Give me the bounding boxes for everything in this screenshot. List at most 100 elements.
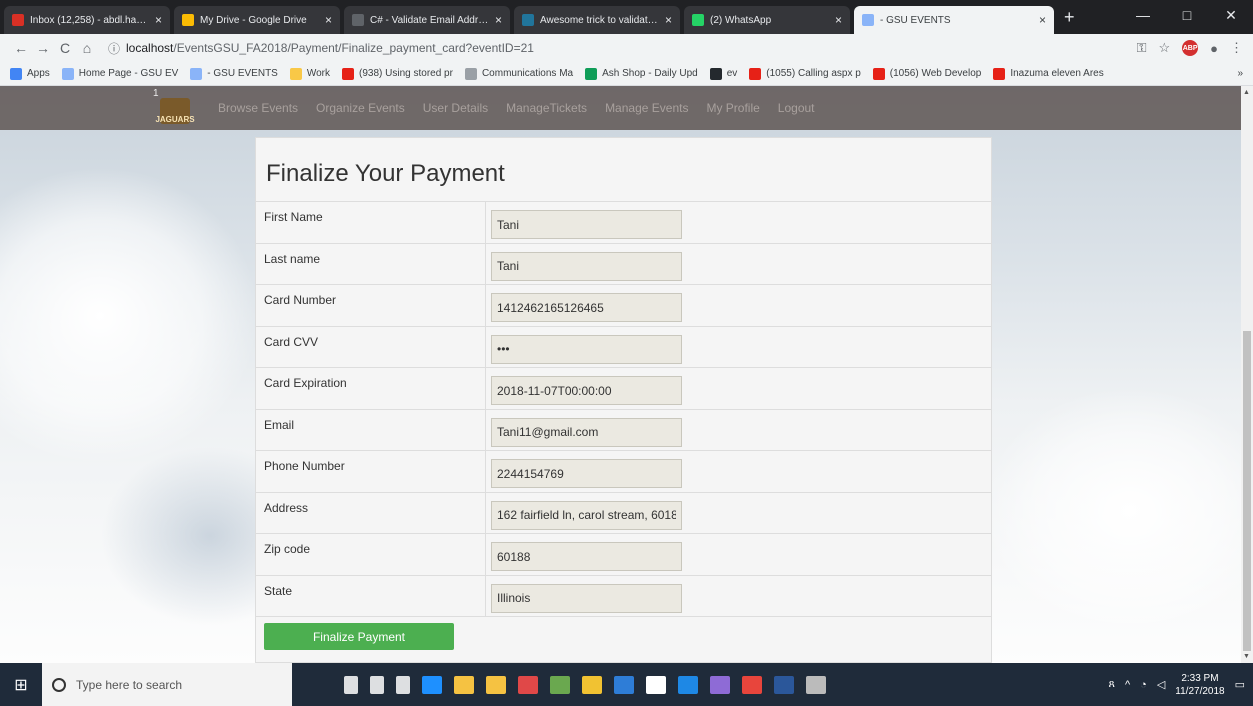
tab-close-icon[interactable]: × (835, 13, 842, 27)
taskbar-app-icon[interactable] (344, 675, 358, 694)
star-icon[interactable]: ☆ (1158, 40, 1170, 56)
phone-number-input[interactable] (491, 459, 682, 488)
bookmark-label: Home Page - GSU EV (78, 68, 179, 79)
menu-icon[interactable]: ⋮ (1230, 40, 1243, 56)
form-row: Email (256, 409, 991, 451)
tab-favicon-icon (182, 14, 194, 26)
tab-close-icon[interactable]: × (495, 13, 502, 27)
nav-link-manage-events[interactable]: Manage Events (605, 101, 688, 115)
nav-link-managetickets[interactable]: ManageTickets (506, 101, 587, 115)
bookmark-item[interactable]: (1055) Calling aspx p (749, 67, 861, 80)
taskbar-app-icon[interactable] (806, 675, 826, 694)
forward-icon[interactable]: → (32, 40, 54, 56)
state-input[interactable] (491, 583, 682, 613)
bookmark-item[interactable]: (938) Using stored pr (342, 67, 453, 80)
reload-icon[interactable]: C (54, 40, 76, 56)
browser-tab[interactable]: (2) WhatsApp × (684, 6, 850, 34)
minimize-icon[interactable]: — (1121, 0, 1165, 30)
bookmark-item[interactable]: Ash Shop - Daily Upd (585, 67, 698, 80)
card-expiration-input[interactable] (491, 376, 682, 405)
taskbar-app-icon[interactable] (454, 675, 474, 694)
bookmark-item[interactable]: Work (289, 67, 330, 80)
nav-link-organize-events[interactable]: Organize Events (316, 101, 405, 115)
taskbar-app-icon[interactable] (422, 675, 442, 694)
nav-link-logout[interactable]: Logout (778, 101, 815, 115)
taskbar-app-icon[interactable] (550, 675, 570, 694)
card-expiration-label: Card Expiration (264, 376, 347, 390)
windows-start-icon[interactable]: ⊞ (0, 663, 42, 706)
tab-favicon-icon (692, 14, 704, 26)
notifications-icon[interactable]: ▭ (1235, 678, 1245, 691)
email-input[interactable] (491, 417, 682, 447)
nav-link-user-details[interactable]: User Details (423, 101, 488, 115)
first-name-input[interactable] (491, 210, 682, 239)
extension-icon[interactable]: ● (1210, 41, 1218, 56)
finalize-payment-button[interactable]: Finalize Payment (264, 623, 454, 650)
scroll-up-icon[interactable]: ▲ (1243, 89, 1250, 96)
card-number-input[interactable] (491, 293, 682, 322)
maximize-icon[interactable]: □ (1165, 0, 1209, 30)
taskbar-search[interactable]: Type here to search (42, 663, 292, 706)
taskbar-app-icon[interactable] (742, 675, 762, 694)
form-row: Card Expiration (256, 368, 991, 410)
zip-code-input[interactable] (491, 542, 682, 571)
vertical-scrollbar[interactable]: ▲ ▼ (1241, 86, 1253, 663)
volume-icon[interactable]: ◁ (1157, 678, 1165, 691)
form-row: Card CVV (256, 326, 991, 368)
browser-tab[interactable]: Awesome trick to validate Er × (514, 6, 680, 34)
taskbar-app-icon[interactable] (646, 675, 666, 694)
tab-favicon-icon (522, 14, 534, 26)
wifi-icon[interactable]: ◔ (1140, 679, 1147, 691)
taskbar-app-icon[interactable] (614, 675, 634, 694)
taskbar-app-icon[interactable] (582, 675, 602, 694)
taskbar-app-icon[interactable] (396, 675, 410, 694)
taskbar-app-icon[interactable] (370, 675, 384, 694)
address-input[interactable] (491, 500, 682, 530)
taskbar-app-icon[interactable] (678, 675, 698, 694)
taskbar-app-icon[interactable] (710, 675, 730, 694)
taskbar-app-icon[interactable] (518, 675, 538, 694)
bookmark-item[interactable]: Apps (10, 67, 50, 80)
background-cloud (0, 166, 260, 466)
key-icon[interactable]: ⚿ (1137, 40, 1147, 56)
bookmark-item[interactable]: - GSU EVENTS (190, 67, 278, 80)
browser-tab[interactable]: C# - Validate Email Address × (344, 6, 510, 34)
site-logo[interactable]: JAGUARS (155, 98, 195, 124)
chevron-up-icon[interactable]: ^ (1125, 679, 1130, 691)
taskbar-app-icon[interactable] (774, 675, 794, 694)
home-icon[interactable]: ⌂ (76, 40, 98, 56)
browser-tab[interactable]: My Drive - Google Drive × (174, 6, 340, 34)
bookmark-item[interactable]: Home Page - GSU EV (61, 67, 179, 80)
tab-close-icon[interactable]: × (155, 13, 162, 27)
people-icon[interactable]: ጸ (1109, 678, 1115, 691)
adblock-icon[interactable]: ABP (1182, 40, 1199, 56)
tab-close-icon[interactable]: × (325, 13, 332, 27)
bookmark-item[interactable]: ev (709, 67, 737, 80)
scroll-down-icon[interactable]: ▼ (1243, 653, 1250, 660)
browser-tab[interactable]: Inbox (12,258) - abdl.hannan × (4, 6, 170, 34)
bookmark-item[interactable]: (1056) Web Develop (872, 67, 981, 80)
bookmark-item[interactable]: Inazuma eleven Ares (993, 67, 1104, 80)
bookmarks-overflow-icon[interactable]: » (1237, 68, 1243, 79)
bookmark-icon (190, 67, 203, 80)
bookmark-item[interactable]: Communications Ma (464, 67, 573, 80)
browser-tab[interactable]: - GSU EVENTS × (854, 6, 1054, 34)
clock[interactable]: 2:33 PM 11/27/2018 (1175, 672, 1224, 698)
nav-link-browse-events[interactable]: Browse Events (218, 101, 298, 115)
state-label: State (264, 583, 293, 598)
scrollbar-thumb[interactable] (1243, 331, 1251, 651)
back-icon[interactable]: ← (10, 40, 32, 56)
new-tab-button[interactable]: + (1064, 7, 1075, 28)
bookmark-label: - GSU EVENTS (207, 68, 278, 79)
tab-favicon-icon (352, 14, 364, 26)
info-icon[interactable]: ⓘ (108, 40, 120, 57)
nav-link-my-profile[interactable]: My Profile (706, 101, 759, 115)
last-name-input[interactable] (491, 251, 682, 281)
bookmark-label: Ash Shop - Daily Upd (602, 68, 698, 79)
tab-close-icon[interactable]: × (665, 13, 672, 27)
close-icon[interactable]: ✕ (1209, 0, 1253, 30)
tab-close-icon[interactable]: × (1039, 13, 1046, 27)
card-cvv-input[interactable] (491, 334, 682, 364)
url-field[interactable]: ⓘ localhost /EventsGSU_FA2018/Payment/Fi… (108, 37, 1127, 59)
taskbar-app-icon[interactable] (486, 675, 506, 694)
